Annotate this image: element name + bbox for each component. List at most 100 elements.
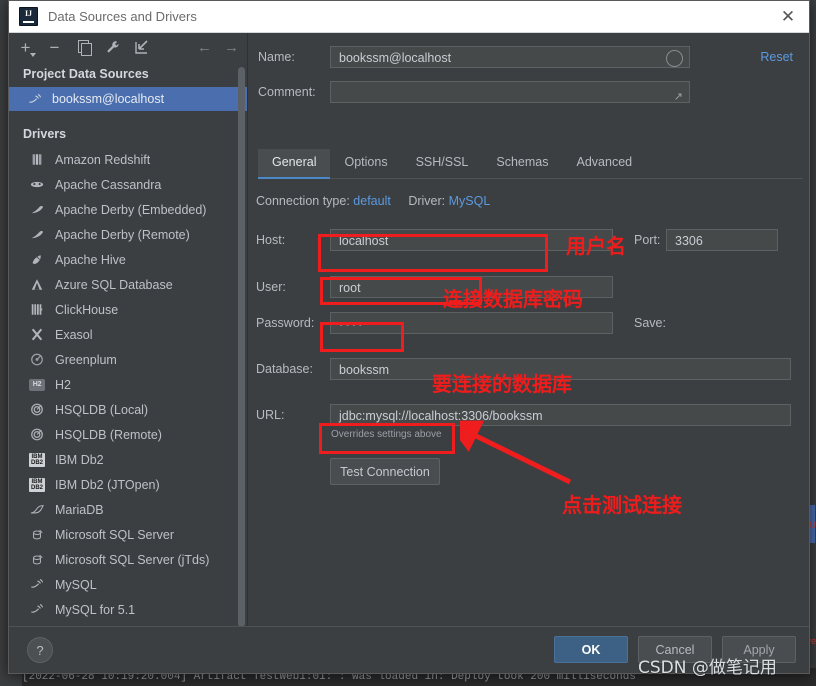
tree-scroll-area: Project Data Sources bookssm@localhost D… bbox=[9, 61, 247, 626]
annotation-label-database: 要连接的数据库 bbox=[432, 372, 572, 396]
driver-list-item[interactable]: MySQL for 5.1 bbox=[9, 597, 247, 622]
tree-item-label: bookssm@localhost bbox=[52, 92, 165, 106]
driver-list-item[interactable]: Exasol bbox=[9, 322, 247, 347]
comment-input[interactable]: ↗ bbox=[330, 81, 690, 103]
port-label: Port: bbox=[634, 233, 661, 247]
driver-label: Microsoft SQL Server bbox=[55, 527, 175, 542]
remove-icon[interactable]: − bbox=[46, 39, 63, 56]
tab-general[interactable]: General bbox=[258, 149, 331, 179]
driver-list-item[interactable]: Greenplum bbox=[9, 347, 247, 372]
drivers-list: Amazon Redshift Apache Cassandra Apache De… bbox=[9, 147, 247, 622]
tree-scrollbar[interactable] bbox=[238, 67, 245, 627]
nav-back-icon[interactable]: ← bbox=[197, 39, 212, 56]
tab-schemas[interactable]: Schemas bbox=[482, 149, 562, 178]
mysql-icon bbox=[27, 92, 43, 107]
tree-toolbar: + − ← → bbox=[9, 33, 247, 61]
annotation-arrow-test bbox=[460, 420, 572, 485]
name-label: Name: bbox=[258, 50, 295, 64]
comment-row: Comment: ↗ bbox=[258, 81, 690, 103]
data-sources-tree-pane: + − ← → Project Data Sources bookssm@loc… bbox=[9, 33, 248, 627]
tree-item-bookssm[interactable]: bookssm@localhost bbox=[9, 87, 247, 111]
expand-icon[interactable]: ↗ bbox=[674, 86, 683, 108]
name-refresh-icon[interactable] bbox=[666, 50, 683, 67]
driver-label: Apache Derby (Remote) bbox=[55, 227, 190, 242]
url-label: URL: bbox=[256, 408, 285, 422]
driver-label: Amazon Redshift bbox=[55, 152, 151, 167]
db2-icon: IBM DB2 bbox=[29, 452, 45, 467]
clickhouse-icon bbox=[29, 302, 45, 317]
mssql-icon bbox=[29, 552, 45, 567]
comment-label: Comment: bbox=[258, 85, 316, 99]
azure-icon bbox=[29, 277, 45, 292]
exasol-icon bbox=[29, 327, 45, 342]
driver-list-item[interactable]: MySQL bbox=[9, 572, 247, 597]
driver-label: Driver: bbox=[408, 194, 446, 208]
hsqldb-icon bbox=[29, 427, 45, 442]
driver-label: Azure SQL Database bbox=[55, 277, 173, 292]
add-icon[interactable]: + bbox=[17, 39, 36, 57]
dialog-title: Data Sources and Drivers bbox=[48, 9, 197, 24]
driver-label: H2 bbox=[55, 377, 71, 392]
annotation-label-user: 用户名 bbox=[566, 234, 626, 258]
tab-advanced[interactable]: Advanced bbox=[563, 149, 647, 178]
greenplum-icon bbox=[29, 352, 45, 367]
derby-icon bbox=[29, 227, 45, 242]
database-label: Database: bbox=[256, 362, 313, 376]
driver-list-item[interactable]: Microsoft SQL Server (jTds) bbox=[9, 547, 247, 572]
help-icon[interactable]: ? bbox=[27, 637, 53, 663]
nav-forward-icon[interactable]: → bbox=[224, 39, 239, 56]
port-input[interactable]: 3306 bbox=[666, 229, 778, 251]
driver-list-item[interactable]: HSQLDB (Local) bbox=[9, 397, 247, 422]
mssql-icon bbox=[29, 527, 45, 542]
mysql-icon bbox=[29, 577, 45, 592]
dialog-titlebar: Data Sources and Drivers ✕ bbox=[9, 1, 809, 33]
driver-list-item[interactable]: Apache Cassandra bbox=[9, 172, 247, 197]
connection-type-row: Connection type: default Driver: MySQL bbox=[256, 194, 490, 208]
test-connection-button[interactable]: Test Connection bbox=[330, 458, 440, 485]
connection-type-label: Connection type: bbox=[256, 194, 350, 208]
import-icon[interactable] bbox=[133, 39, 150, 56]
wrench-icon[interactable] bbox=[104, 39, 121, 56]
data-sources-dialog: Data Sources and Drivers ✕ + − bbox=[8, 0, 810, 674]
name-input[interactable]: bookssm@localhost bbox=[330, 46, 690, 68]
close-icon[interactable]: ✕ bbox=[773, 5, 803, 29]
save-label: Save: bbox=[634, 316, 666, 330]
driver-list-item[interactable]: H2 H2 bbox=[9, 372, 247, 397]
driver-list-item[interactable]: IBM DB2 IBM Db2 (JTOpen) bbox=[9, 472, 247, 497]
settings-tabs: General Options SSH/SSL Schemas Advanced bbox=[258, 149, 803, 179]
dialog-body: + − ← → Project Data Sources bookssm@loc… bbox=[9, 33, 809, 627]
driver-list-item[interactable]: Amazon Redshift bbox=[9, 147, 247, 172]
mariadb-icon bbox=[29, 502, 45, 517]
driver-list-item[interactable]: ClickHouse bbox=[9, 297, 247, 322]
driver-label: HSQLDB (Local) bbox=[55, 402, 149, 417]
tab-options[interactable]: Options bbox=[330, 149, 401, 178]
driver-list-item[interactable]: HSQLDB (Remote) bbox=[9, 422, 247, 447]
driver-label: MySQL bbox=[55, 577, 97, 592]
driver-list-item[interactable]: Apache Hive bbox=[9, 247, 247, 272]
ok-button[interactable]: OK bbox=[554, 636, 628, 663]
driver-label: MariaDB bbox=[55, 502, 104, 517]
driver-label: Exasol bbox=[55, 327, 93, 342]
copy-icon[interactable] bbox=[75, 39, 92, 56]
driver-label: Greenplum bbox=[55, 352, 117, 367]
driver-list-item[interactable]: Azure SQL Database bbox=[9, 272, 247, 297]
connection-type-value[interactable]: default bbox=[353, 194, 391, 208]
driver-list-item[interactable]: Microsoft SQL Server bbox=[9, 522, 247, 547]
annotation-box-database bbox=[320, 322, 404, 352]
driver-value[interactable]: MySQL bbox=[449, 194, 491, 208]
password-row: Password: •••• bbox=[256, 312, 613, 334]
tab-ssh-ssl[interactable]: SSH/SSL bbox=[402, 149, 483, 178]
derby-icon bbox=[29, 202, 45, 217]
drivers-header: Drivers bbox=[23, 127, 67, 141]
reset-link[interactable]: Reset bbox=[760, 50, 793, 64]
driver-label: ClickHouse bbox=[55, 302, 119, 317]
driver-list-item[interactable]: Apache Derby (Remote) bbox=[9, 222, 247, 247]
driver-list-item[interactable]: MariaDB bbox=[9, 497, 247, 522]
driver-list-item[interactable]: IBM DB2 IBM Db2 bbox=[9, 447, 247, 472]
driver-list-item[interactable]: Apache Derby (Embedded) bbox=[9, 197, 247, 222]
driver-label: Apache Cassandra bbox=[55, 177, 162, 192]
driver-label: Microsoft SQL Server (jTds) bbox=[55, 552, 210, 567]
cassandra-icon bbox=[29, 177, 45, 192]
driver-label: IBM Db2 (JTOpen) bbox=[55, 477, 160, 492]
driver-label: HSQLDB (Remote) bbox=[55, 427, 162, 442]
